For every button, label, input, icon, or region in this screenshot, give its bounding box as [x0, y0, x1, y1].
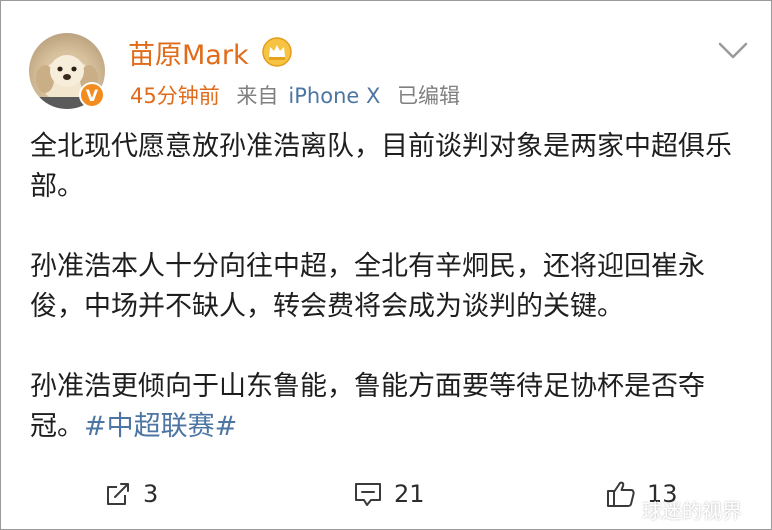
- thumbs-up-icon: [607, 481, 635, 507]
- watermark: 球迷的视界: [642, 499, 742, 523]
- share-count: 3: [143, 480, 159, 508]
- post-paragraph: 孙准浩本人十分向往中超，全北有辛炯民，还将迎回崔永俊，中场并不缺人，转会费将会成…: [30, 251, 705, 322]
- hashtag-link[interactable]: #中超联赛#: [84, 411, 237, 442]
- post-paragraph: 全北现代愿意放孙准浩离队，目前谈判对象是两家中超俱乐部。: [30, 131, 732, 202]
- post-source[interactable]: iPhone X: [288, 84, 380, 108]
- comment-count: 21: [394, 480, 425, 508]
- crown-icon[interactable]: [262, 37, 292, 67]
- comment-button[interactable]: 21: [352, 474, 425, 514]
- post-time[interactable]: 45分钟前: [130, 84, 220, 108]
- comment-icon: [355, 483, 381, 506]
- share-button[interactable]: 3: [103, 474, 158, 514]
- post-body: 全北现代愿意放孙准浩离队，目前谈判对象是两家中超俱乐部。 孙准浩本人十分向往中超…: [30, 127, 750, 447]
- share-icon: [107, 483, 129, 505]
- username[interactable]: 苗原Mark: [128, 33, 249, 72]
- verified-v-icon: V: [79, 82, 105, 108]
- post-paragraph-last: 孙准浩更倾向于山东鲁能，鲁能方面要等待足协杯是否夺冠。#中超联赛#: [30, 367, 750, 447]
- source-prefix: 来自: [236, 84, 279, 108]
- chevron-down-icon[interactable]: [718, 42, 748, 60]
- post-meta: 45分钟前 来自 iPhone X 已编辑: [130, 80, 470, 110]
- edited-label[interactable]: 已编辑: [397, 84, 460, 108]
